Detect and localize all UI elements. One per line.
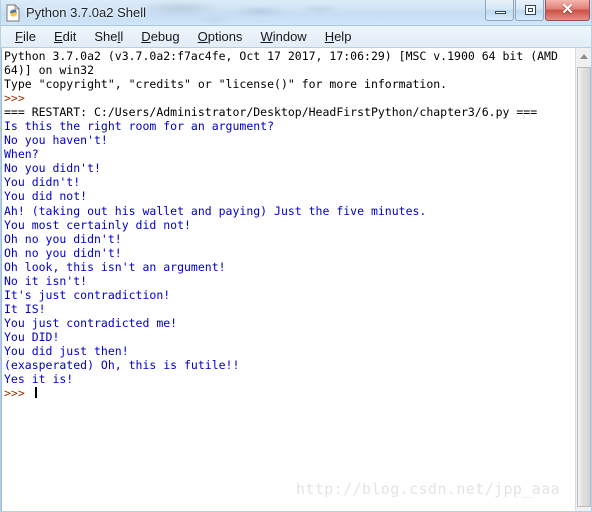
window-controls: ✕ xyxy=(484,0,590,22)
python-idle-shell-window: Python 3.7.0a2 Shell ✕ File Edit Shell D… xyxy=(0,0,592,512)
shell-text-area[interactable]: Python 3.7.0a2 (v3.7.0a2:f7ac4fe, Oct 17… xyxy=(0,48,592,512)
shell-line: It's just contradiction! xyxy=(4,287,171,302)
shell-line: Type "copyright", "credits" or "license(… xyxy=(4,77,448,92)
shell-line: 64)] on win32 xyxy=(4,63,95,78)
shell-line: It IS! xyxy=(4,301,46,316)
shell-line: Yes it is! xyxy=(4,372,74,387)
shell-line: No it isn't! xyxy=(4,273,88,288)
menu-bar: File Edit Shell Debug Options Window Hel… xyxy=(0,26,592,48)
title-bar[interactable]: Python 3.7.0a2 Shell ✕ xyxy=(0,0,592,26)
minimize-icon xyxy=(495,11,506,14)
shell-line: Python 3.7.0a2 (v3.7.0a2:f7ac4fe, Oct 17… xyxy=(4,49,558,63)
shell-line: (exasperated) Oh, this is futile!! xyxy=(4,358,240,373)
window-title: Python 3.7.0a2 Shell xyxy=(26,5,146,20)
menu-item-file[interactable]: File xyxy=(6,27,45,47)
scrollbar-thumb[interactable] xyxy=(577,67,591,507)
shell-line: You did not! xyxy=(4,189,88,204)
shell-line: You DID! xyxy=(4,329,60,344)
menu-item-debug[interactable]: Debug xyxy=(132,27,188,47)
shell-line: >>> xyxy=(4,91,32,106)
vertical-scrollbar[interactable] xyxy=(575,48,592,512)
shell-line: You didn't! xyxy=(4,175,81,190)
menu-item-edit[interactable]: Edit xyxy=(45,27,85,47)
shell-prompt-line[interactable]: >>> xyxy=(4,386,564,400)
menu-item-shell[interactable]: Shell xyxy=(85,27,132,47)
shell-line: Oh look, this isn't an argument! xyxy=(4,259,226,274)
shell-line: Is this the right room for an argument? xyxy=(4,119,275,134)
maximize-icon xyxy=(525,5,536,15)
triangle-up-icon xyxy=(580,54,588,59)
close-button[interactable]: ✕ xyxy=(545,0,590,21)
close-icon: ✕ xyxy=(561,1,574,18)
menu-item-options[interactable]: Options xyxy=(189,27,252,47)
shell-line: No you haven't! xyxy=(4,133,108,148)
python-idle-icon xyxy=(5,4,22,22)
scroll-up-arrow-icon[interactable] xyxy=(576,48,592,65)
shell-output[interactable]: Python 3.7.0a2 (v3.7.0a2:f7ac4fe, Oct 17… xyxy=(4,49,564,511)
minimize-button[interactable] xyxy=(485,0,514,21)
menu-item-help[interactable]: Help xyxy=(316,27,361,47)
shell-line: === RESTART: C:/Users/Administrator/Desk… xyxy=(4,105,538,120)
shell-line: Ah! (taking out his wallet and paying) J… xyxy=(4,203,427,218)
shell-line: You did just then! xyxy=(4,343,129,358)
shell-line: No you didn't! xyxy=(4,161,101,176)
shell-line: When? xyxy=(4,147,39,162)
text-cursor xyxy=(34,387,37,399)
shell-line: Oh no you didn't! xyxy=(4,231,122,246)
shell-line: You most certainly did not! xyxy=(4,217,191,232)
maximize-button[interactable] xyxy=(515,0,544,21)
shell-line: Oh no you didn't! xyxy=(4,245,122,260)
shell-line: You just contradicted me! xyxy=(4,315,178,330)
menu-item-window[interactable]: Window xyxy=(251,27,315,47)
text-area-left-border xyxy=(0,48,2,512)
